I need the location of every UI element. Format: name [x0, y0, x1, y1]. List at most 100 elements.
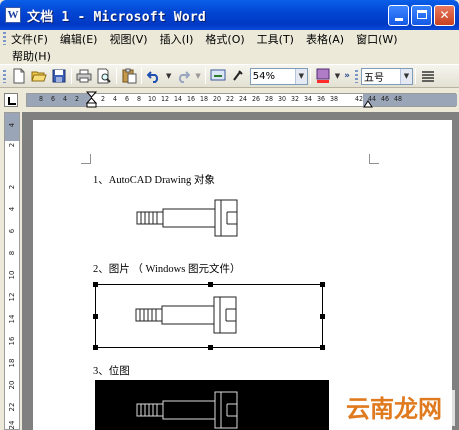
paragraph-bitmap[interactable]: 3、位图 — [93, 363, 130, 378]
document-page[interactable]: 1、AutoCAD Drawing 对象 2、图片 （ Windows 图元文件… — [33, 120, 452, 430]
menu-row-1: 文件(F) 编辑(E) 视图(V) 插入(I) 格式(O) 工具(T) 表格(A… — [0, 30, 459, 47]
insert-hyperlink-button[interactable] — [209, 67, 227, 85]
maximize-button[interactable] — [411, 5, 432, 26]
word-app-icon[interactable]: W — [5, 7, 21, 23]
redo-dropdown-icon[interactable]: ▼ — [195, 72, 200, 80]
ruler-tick-label: 2 — [74, 95, 80, 103]
ruler-tick-label: 6 — [50, 95, 56, 103]
ruler-tick-label: 48 — [393, 95, 403, 103]
vertical-ruler-tick-label: 20 — [8, 380, 16, 390]
bitmap-drawing — [136, 391, 238, 429]
title-bar: W 文档 1 - Microsoft Word ✕ — [0, 0, 459, 30]
resize-handle-top-right[interactable] — [320, 282, 325, 287]
resize-handle-bottom-left[interactable] — [93, 345, 98, 350]
ruler-tick-label: 32 — [290, 95, 300, 103]
ruler-tick-label: 46 — [380, 95, 390, 103]
paragraph-autocad[interactable]: 1、AutoCAD Drawing 对象 — [93, 172, 215, 187]
toolbar-grip[interactable] — [3, 69, 6, 83]
resize-handle-top-left[interactable] — [93, 282, 98, 287]
print-preview-button[interactable] — [95, 67, 113, 85]
ruler-tick-label: 4 — [112, 95, 118, 103]
menu-format[interactable]: 格式(O) — [199, 31, 250, 47]
minimize-icon — [394, 18, 403, 21]
windows-metafile-picture[interactable] — [134, 295, 240, 335]
ruler-tick-label: 28 — [264, 95, 274, 103]
ruler-tick-label: 12 — [160, 95, 170, 103]
close-icon: ✕ — [439, 8, 450, 22]
indent-marker-icon[interactable] — [86, 91, 97, 109]
resize-handle-bottom-right[interactable] — [320, 345, 325, 350]
ruler-strip[interactable]: 8 6 4 2 2 4 6 8 10 12 14 16 18 20 22 24 26 28 30 32 34 36 38 42… — [26, 91, 457, 109]
highlight-button[interactable] — [314, 67, 332, 85]
horizontal-ruler[interactable]: 8 6 4 2 2 4 6 8 10 12 14 16 18 20 22 24 26 28 30 32 34 36 38 42… — [0, 88, 459, 112]
vertical-ruler-tick-label: 18 — [8, 358, 16, 368]
maximize-icon — [416, 10, 427, 19]
selected-picture-frame[interactable] — [93, 282, 325, 350]
undo-dropdown-icon[interactable]: ▼ — [166, 72, 171, 80]
toolbar-separator — [71, 68, 72, 84]
menu-file[interactable]: 文件(F) — [9, 31, 54, 47]
paragraph-windows-metafile[interactable]: 2、图片 （ Windows 图元文件） — [93, 261, 240, 276]
resize-handle-left[interactable] — [93, 314, 98, 319]
crop-mark-top-left — [81, 154, 91, 164]
font-size-select[interactable]: 五号 ▼ — [361, 67, 413, 85]
ruler-tick-label: 18 — [199, 95, 209, 103]
print-button[interactable] — [75, 67, 93, 85]
ruler-tick-label: 20 — [212, 95, 222, 103]
document-area[interactable]: 1、AutoCAD Drawing 对象 2、图片 （ Windows 图元文件… — [22, 112, 459, 430]
resize-handle-bottom[interactable] — [208, 345, 213, 350]
vertical-ruler-tick-label: 4 — [8, 206, 16, 212]
ruler-tick-label: 4 — [62, 95, 68, 103]
undo-button[interactable] — [145, 67, 163, 85]
ruler-tick-label: 10 — [147, 95, 157, 103]
toolbar-separator — [116, 68, 117, 84]
autocad-drawing-object[interactable] — [135, 198, 241, 238]
ruler-left-margin — [27, 94, 91, 106]
window-title: 文档 1 - Microsoft Word — [27, 9, 206, 25]
crop-mark-top-right — [369, 154, 379, 164]
toolbar-overflow-icon[interactable]: » — [344, 71, 350, 81]
menu-insert[interactable]: 插入(I) — [154, 31, 200, 47]
font-size-dropdown-icon[interactable]: ▼ — [400, 68, 412, 84]
redo-button[interactable] — [174, 67, 192, 85]
align-button[interactable] — [419, 67, 437, 85]
resize-handle-right[interactable] — [320, 314, 325, 319]
menu-window[interactable]: 窗口(W) — [350, 31, 403, 47]
tab-stop-selector[interactable] — [4, 93, 18, 107]
menu-help[interactable]: 帮助(H) — [0, 48, 57, 64]
zoom-dropdown-icon[interactable]: ▼ — [294, 68, 307, 84]
highlight-dropdown-icon[interactable]: ▼ — [335, 72, 340, 80]
standard-toolbar: ▼ ▼ 54% ▼ ▼ » 五号 ▼ — [0, 64, 459, 88]
save-button[interactable] — [50, 67, 68, 85]
save-icon — [52, 69, 66, 83]
new-button[interactable] — [10, 67, 28, 85]
toolbar-grip[interactable] — [355, 69, 358, 83]
ruler-tick-label: 42 — [354, 95, 364, 103]
vertical-ruler-tick-label: 2 — [8, 184, 16, 190]
menu-row-2: 帮助(H) — [0, 47, 459, 64]
right-indent-marker-icon[interactable] — [363, 100, 373, 108]
ruler-tick-label: 36 — [316, 95, 326, 103]
ruler-tick-label: 6 — [124, 95, 130, 103]
open-button[interactable] — [30, 67, 48, 85]
bitmap-picture[interactable] — [95, 380, 329, 430]
ruler-tick-label: 14 — [173, 95, 183, 103]
site-watermark: 云南龙网 — [333, 390, 455, 426]
menu-grip[interactable] — [3, 32, 6, 45]
zoom-select[interactable]: 54% ▼ — [249, 67, 308, 85]
ruler-tick-label: 2 — [100, 95, 106, 103]
format-painter-button[interactable] — [229, 67, 247, 85]
menu-tools[interactable]: 工具(T) — [251, 31, 300, 47]
menu-edit[interactable]: 编辑(E) — [54, 31, 104, 47]
menu-table[interactable]: 表格(A) — [300, 31, 350, 47]
align-icon — [422, 71, 434, 82]
close-button[interactable]: ✕ — [434, 5, 455, 26]
menu-view[interactable]: 视图(V) — [103, 31, 153, 47]
vertical-ruler[interactable]: 4 2 2 4 6 8 10 12 14 16 18 20 22 24 — [4, 112, 20, 430]
ruler-tick-label: 30 — [277, 95, 287, 103]
paste-button[interactable] — [120, 67, 138, 85]
resize-handle-top[interactable] — [208, 282, 213, 287]
toolbar-separator — [309, 68, 311, 84]
vertical-ruler-tick-label: 6 — [8, 228, 16, 234]
minimize-button[interactable] — [388, 5, 409, 26]
